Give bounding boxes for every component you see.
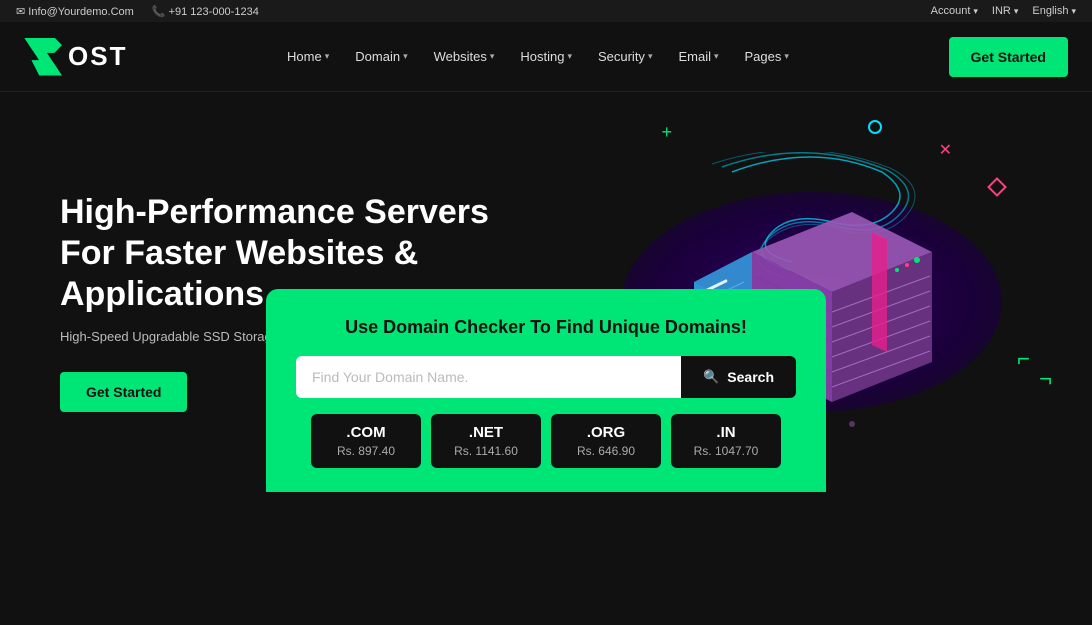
nav-websites[interactable]: Websites xyxy=(424,43,505,70)
domain-checker-card: Use Domain Checker To Find Unique Domain… xyxy=(266,289,826,492)
top-bar: ✉ Info@Yourdemo.Com 📞 +91 123-000-1234 A… xyxy=(0,0,1092,22)
phone-contact: 📞 +91 123-000-1234 xyxy=(152,5,259,18)
logo[interactable]: OST xyxy=(24,38,127,76)
top-bar-right: Account INR English xyxy=(931,5,1076,17)
nav-pages[interactable]: Pages xyxy=(735,43,799,70)
navbar-cta-button[interactable]: Get Started xyxy=(949,37,1068,77)
top-bar-left: ✉ Info@Yourdemo.Com 📞 +91 123-000-1234 xyxy=(16,5,259,18)
logo-icon xyxy=(24,38,62,76)
nav-home[interactable]: Home xyxy=(277,43,339,70)
deco-circle-1 xyxy=(868,120,882,134)
logo-text: OST xyxy=(68,41,127,72)
nav-security[interactable]: Security xyxy=(588,43,663,70)
domain-pill-net[interactable]: .NET Rs. 1141.60 xyxy=(431,414,541,468)
language-menu[interactable]: English xyxy=(1032,5,1076,17)
search-icon: 🔍 xyxy=(703,369,719,385)
deco-bracket-r: ¬ xyxy=(1039,366,1052,392)
deco-plus-1: + xyxy=(661,122,672,143)
nav-hosting[interactable]: Hosting xyxy=(510,43,582,70)
nav-domain[interactable]: Domain xyxy=(345,43,417,70)
domain-search-button[interactable]: 🔍 Search xyxy=(681,356,796,398)
domain-pill-com[interactable]: .COM Rs. 897.40 xyxy=(311,414,421,468)
account-menu[interactable]: Account xyxy=(931,5,978,17)
domain-pill-in[interactable]: .IN Rs. 1047.70 xyxy=(671,414,781,468)
navbar: OST Home Domain Websites Hosting Securit… xyxy=(0,22,1092,92)
hero-section: + ✕ ⌐ ¬ High-Performance Servers For Fas… xyxy=(0,92,1092,492)
domain-pills: .COM Rs. 897.40 .NET Rs. 1141.60 .ORG Rs… xyxy=(296,414,796,468)
domain-checker-title: Use Domain Checker To Find Unique Domain… xyxy=(296,317,796,338)
hero-cta-button[interactable]: Get Started xyxy=(60,372,187,412)
nav-links: Home Domain Websites Hosting Security Em… xyxy=(277,43,799,70)
email-contact: ✉ Info@Yourdemo.Com xyxy=(16,5,134,18)
domain-search-row: 🔍 Search xyxy=(296,356,796,398)
domain-pill-org[interactable]: .ORG Rs. 646.90 xyxy=(551,414,661,468)
domain-search-input[interactable] xyxy=(296,356,681,398)
currency-menu[interactable]: INR xyxy=(992,5,1018,17)
nav-email[interactable]: Email xyxy=(668,43,728,70)
